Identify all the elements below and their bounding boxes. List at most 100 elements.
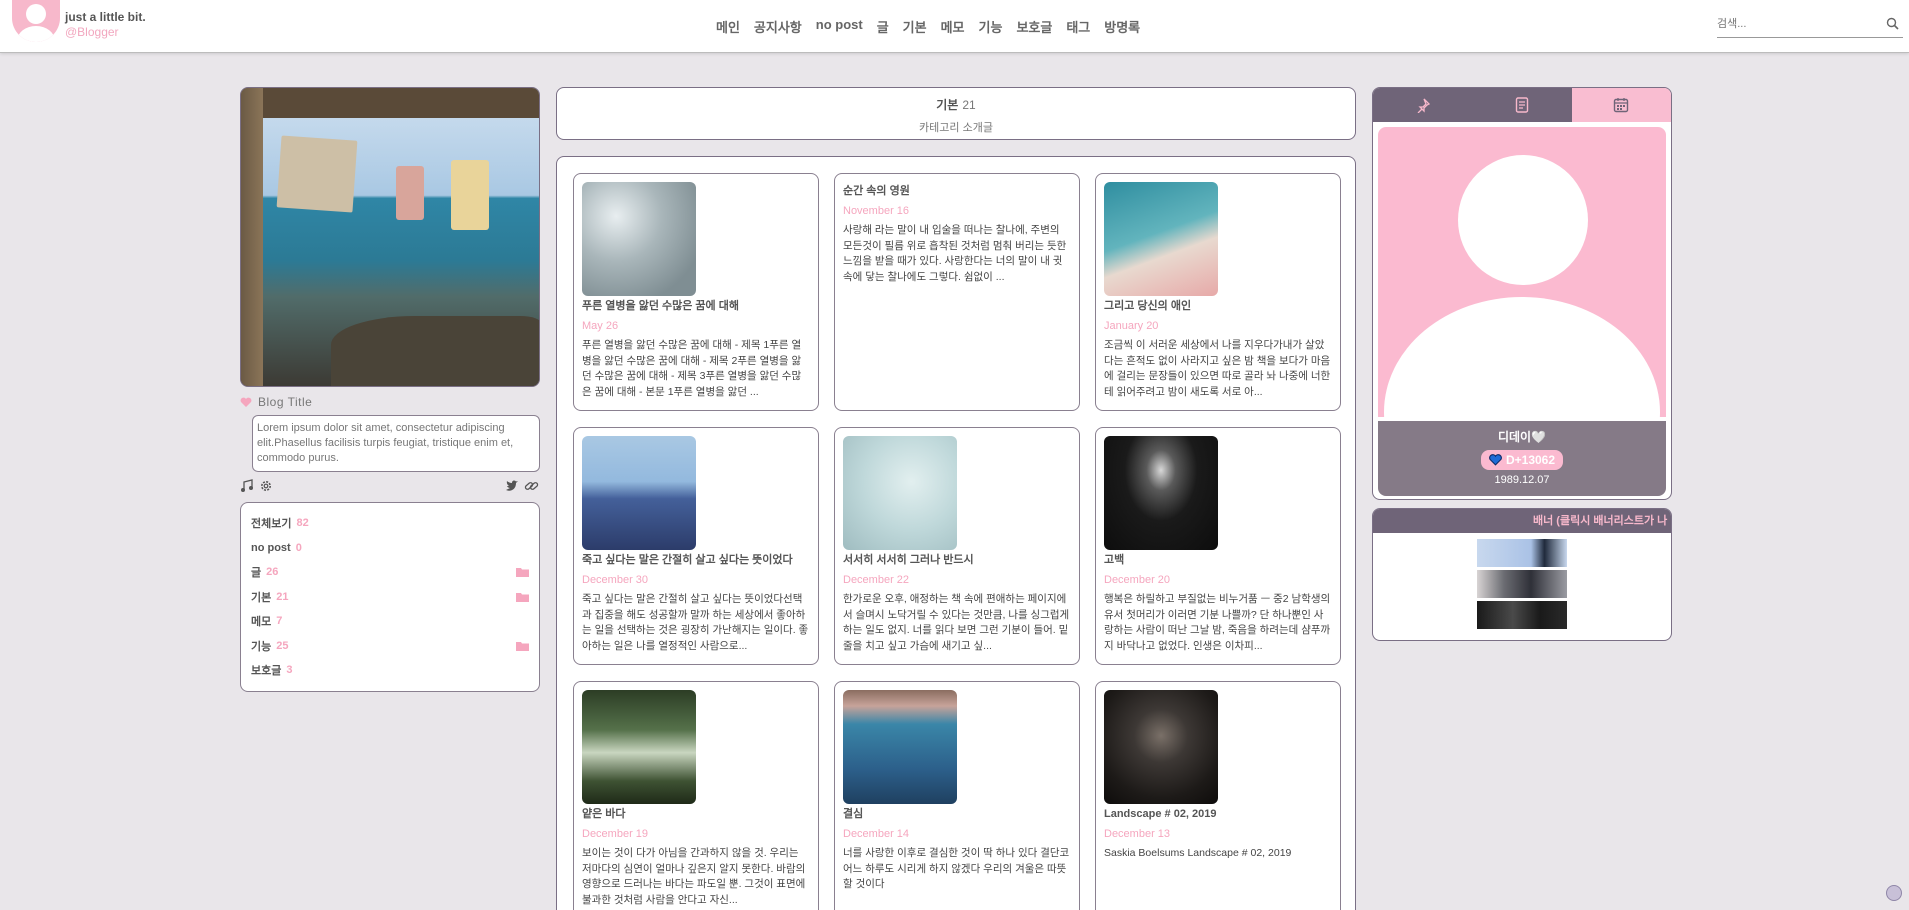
nav-item-notice[interactable]: 공지사항 — [754, 17, 802, 36]
nav-item-no-post[interactable]: no post — [816, 17, 863, 36]
post-thumbnail[interactable] — [843, 436, 957, 550]
category-label: 전체보기 — [251, 518, 292, 531]
widget-tabs — [1373, 88, 1671, 122]
blog-title-row: Blog Title — [240, 395, 540, 409]
calendar-icon — [1614, 98, 1629, 113]
banner-image[interactable] — [1477, 601, 1567, 629]
folder-icon[interactable] — [516, 641, 529, 651]
post-card[interactable]: 푸른 열병을 앓던 수많은 꿈에 대해 May 26 푸른 열병을 앓던 수많은… — [573, 173, 819, 411]
post-date: December 30 — [582, 574, 649, 586]
post-date: May 26 — [582, 320, 619, 332]
nav-item-posts[interactable]: 글 — [877, 17, 889, 36]
category-header: 기본 21 카테고리 소개글 — [556, 87, 1356, 140]
post-card[interactable]: 고백 December 20 행복은 하릴하고 부질없는 비누거품 ㅡ 중2 남… — [1095, 427, 1341, 665]
post-excerpt: 보이는 것이 다가 아님을 간과하지 않을 것. 우리는 저마다의 심연이 얼마… — [582, 847, 806, 906]
post-card[interactable]: 얕은 바다 December 19 보이는 것이 다가 아님을 간과하지 않을 … — [573, 681, 819, 910]
post-thumbnail[interactable] — [1104, 690, 1218, 804]
tab-notes[interactable] — [1472, 88, 1572, 122]
folder-icon[interactable] — [516, 567, 529, 577]
post-card[interactable]: 서서히 서서히 그러나 반드시 December 22 한가로운 오후, 애정하… — [834, 427, 1080, 665]
brand-title[interactable]: just a little bit. — [65, 10, 146, 24]
banner-title[interactable]: 배너 (클릭시 배너리스트가 나 — [1373, 509, 1671, 533]
banner-image[interactable] — [1477, 539, 1567, 567]
post-title[interactable]: 푸른 열병을 앓던 수많은 꿈에 대해 — [582, 299, 810, 314]
post-excerpt: Saskia Boelsums Landscape # 02, 2019 — [1104, 847, 1292, 859]
post-thumbnail[interactable] — [1104, 182, 1218, 296]
category-count: 7 — [276, 615, 283, 628]
tab-calendar[interactable] — [1571, 88, 1671, 122]
nav-item-memo[interactable]: 메모 — [941, 17, 965, 36]
post-card[interactable]: 그리고 당신의 애인 January 20 조금씩 이 서러운 세상에서 나를 … — [1095, 173, 1341, 411]
post-card[interactable]: 결심 December 14 너를 사랑한 이후로 결심한 것이 딱 하나 있다… — [834, 681, 1080, 910]
post-thumbnail[interactable] — [843, 690, 957, 804]
post-card[interactable]: 순간 속의 영원 November 16 사랑해 라는 말이 내 입술을 떠나는… — [834, 173, 1080, 411]
category-item-no-post[interactable]: no post 0 — [251, 536, 529, 561]
nav-item-features[interactable]: 기능 — [979, 17, 1003, 36]
nav-item-main[interactable]: 메인 — [716, 17, 740, 36]
dday-value: D+13062 — [1505, 453, 1556, 467]
post-card[interactable]: Landscape # 02, 2019 December 13 Saskia … — [1095, 681, 1341, 910]
post-title[interactable]: 그리고 당신의 애인 — [1104, 299, 1332, 314]
category-label: 글 — [251, 567, 262, 580]
category-count: 21 — [276, 590, 289, 603]
post-excerpt: 푸른 열병을 앓던 수많은 꿈에 대해 - 제목 1푸른 열병을 앓던 수많은 … — [582, 339, 802, 398]
category-item-basic[interactable]: 기본 21 — [251, 585, 529, 610]
floating-widget-icon[interactable] — [1886, 885, 1902, 901]
post-title[interactable]: 고백 — [1104, 553, 1332, 568]
post-excerpt: 죽고 싶다는 말은 간절히 살고 싶다는 뜻이었다선택과 집중을 해도 성공할까… — [582, 593, 809, 652]
search-input[interactable] — [1717, 12, 1877, 36]
post-date: December 22 — [843, 574, 910, 586]
profile-widget: 디데이🤍 D+13062 1989.12.07 — [1372, 87, 1672, 500]
post-excerpt: 조금씩 이 서러운 세상에서 나를 지우다가내가 살았다는 흔적도 없이 사라지… — [1104, 339, 1331, 398]
category-name: 기본 — [936, 98, 959, 112]
banner-image[interactable] — [1477, 570, 1567, 598]
dday-badge: D+13062 — [1480, 450, 1564, 470]
post-excerpt: 너를 사랑한 이후로 결심한 것이 딱 하나 있다 결단코 어느 하루도 시리게… — [843, 847, 1070, 890]
post-title[interactable]: 죽고 싶다는 말은 간절히 살고 싶다는 뜻이었다 — [582, 553, 810, 568]
tab-pinned[interactable] — [1373, 88, 1473, 122]
blog-cover-image — [240, 87, 540, 387]
nav-item-protected[interactable]: 보호글 — [1016, 17, 1052, 36]
profile-name: 디데이🤍 — [1497, 430, 1547, 444]
category-post-count: 21 — [962, 98, 976, 112]
blog-avatar[interactable] — [12, 0, 60, 42]
post-date: January 20 — [1104, 320, 1159, 332]
pin-icon — [1417, 98, 1430, 113]
nav-item-guestbook[interactable]: 방명록 — [1104, 17, 1140, 36]
profile-info: 디데이🤍 D+13062 1989.12.07 — [1378, 421, 1666, 496]
category-count: 25 — [276, 639, 289, 652]
post-date: December 14 — [843, 828, 910, 840]
post-title[interactable]: 서서히 서서히 그러나 반드시 — [843, 553, 1071, 568]
post-title[interactable]: 순간 속의 영원 — [843, 184, 1071, 199]
twitter-icon[interactable] — [505, 479, 519, 493]
post-card[interactable]: 죽고 싶다는 말은 간절히 살고 싶다는 뜻이었다 December 30 죽고… — [573, 427, 819, 665]
left-sidebar: Blog Title Lorem ipsum dolor sit amet, c… — [240, 87, 540, 692]
category-item-posts[interactable]: 글 26 — [251, 560, 529, 585]
category-item-features[interactable]: 기능 25 — [251, 634, 529, 659]
post-thumbnail[interactable] — [582, 690, 696, 804]
search-icon[interactable] — [1886, 17, 1899, 30]
music-icon[interactable] — [240, 479, 254, 493]
main-nav: 메인 공지사항 no post 글 기본 메모 기능 보호글 태그 방명록 — [716, 17, 1140, 36]
category-label: 보호글 — [251, 665, 282, 678]
post-excerpt: 한가로운 오후, 애정하는 책 속에 편애하는 페이지에서 슬며시 노닥거릴 수… — [843, 593, 1070, 652]
nav-item-basic[interactable]: 기본 — [903, 17, 927, 36]
category-count: 82 — [296, 517, 309, 530]
gear-icon[interactable] — [259, 479, 273, 493]
category-item-memo[interactable]: 메모 7 — [251, 609, 529, 634]
post-thumbnail[interactable] — [1104, 436, 1218, 550]
post-title[interactable]: 결심 — [843, 807, 1071, 822]
category-item-protected[interactable]: 보호글 3 — [251, 658, 529, 683]
post-thumbnail[interactable] — [582, 182, 696, 296]
post-thumbnail[interactable] — [582, 436, 696, 550]
category-item-all[interactable]: 전체보기 82 — [251, 511, 529, 536]
nav-item-tags[interactable]: 태그 — [1066, 17, 1090, 36]
link-icon[interactable] — [524, 479, 539, 493]
heart-icon — [240, 397, 252, 407]
post-date: November 16 — [843, 205, 910, 217]
post-title[interactable]: 얕은 바다 — [582, 807, 810, 822]
profile-avatar — [1378, 127, 1666, 417]
brand-subtitle[interactable]: @Blogger — [65, 25, 119, 39]
folder-icon[interactable] — [516, 592, 529, 602]
post-title[interactable]: Landscape # 02, 2019 — [1104, 807, 1332, 822]
